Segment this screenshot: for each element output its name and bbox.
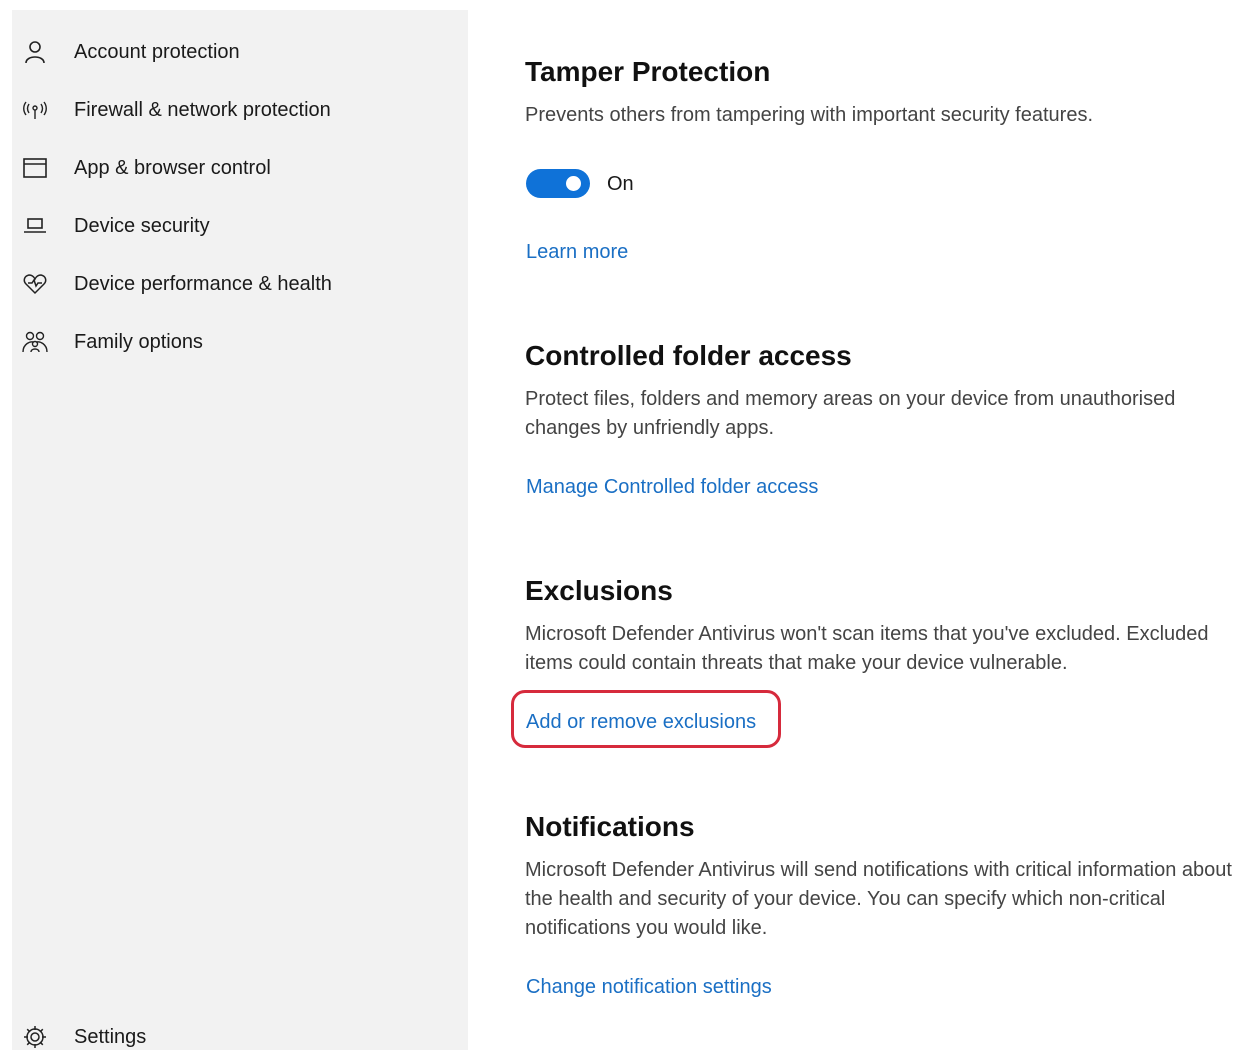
sidebar-item-label: Firewall & network protection [74,99,331,121]
heart-pulse-icon [22,272,48,296]
controlled-folder-access-section: Controlled folder access Protect files, … [525,338,1237,443]
antenna-icon [22,98,48,122]
add-or-remove-exclusions-link[interactable]: Add or remove exclusions [526,711,756,734]
sidebar-item-firewall[interactable]: Firewall & network protection [12,88,468,132]
sidebar: Account protection Firewall & network pr… [12,10,468,1050]
section-title: Notifications [525,811,695,842]
main-content: Tamper Protection Prevents others from t… [468,0,1241,1050]
person-icon [22,40,48,64]
laptop-icon [22,214,48,238]
section-description: Protect files, folders and memory areas … [525,388,1176,439]
sidebar-item-label: Family options [74,331,203,353]
exclusions-section: Exclusions Microsoft Defender Antivirus … [525,573,1237,678]
sidebar-item-label: Device performance & health [74,273,332,295]
sidebar-item-label: Device security [74,215,210,237]
sidebar-item-settings[interactable]: Settings [12,1015,468,1059]
section-title: Controlled folder access [525,340,852,371]
family-icon [22,330,48,354]
section-description: Microsoft Defender Antivirus will send n… [525,859,1232,939]
section-title: Tamper Protection [525,56,771,87]
section-description: Prevents others from tampering with impo… [525,104,1094,126]
tamper-protection-toggle[interactable] [526,169,590,198]
sidebar-item-device-security[interactable]: Device security [12,204,468,248]
sidebar-item-label: Account protection [74,41,240,63]
change-notification-settings-link[interactable]: Change notification settings [526,976,772,999]
gear-icon [22,1025,48,1049]
sidebar-item-device-performance[interactable]: Device performance & health [12,262,468,306]
sidebar-item-label: App & browser control [74,157,271,179]
learn-more-link[interactable]: Learn more [526,241,628,264]
sidebar-item-account-protection[interactable]: Account protection [12,30,468,74]
manage-controlled-folder-access-link[interactable]: Manage Controlled folder access [526,476,818,499]
sidebar-item-app-browser-control[interactable]: App & browser control [12,146,468,190]
browser-window-icon [22,156,48,180]
notifications-section: Notifications Microsoft Defender Antivir… [525,809,1237,943]
tamper-protection-section: Tamper Protection Prevents others from t… [525,54,1237,130]
sidebar-item-family-options[interactable]: Family options [12,320,468,364]
sidebar-item-label: Settings [74,1026,147,1048]
section-description: Microsoft Defender Antivirus won't scan … [525,623,1209,674]
toggle-state-label: On [607,173,634,195]
toggle-knob [566,176,581,191]
section-title: Exclusions [525,575,673,606]
